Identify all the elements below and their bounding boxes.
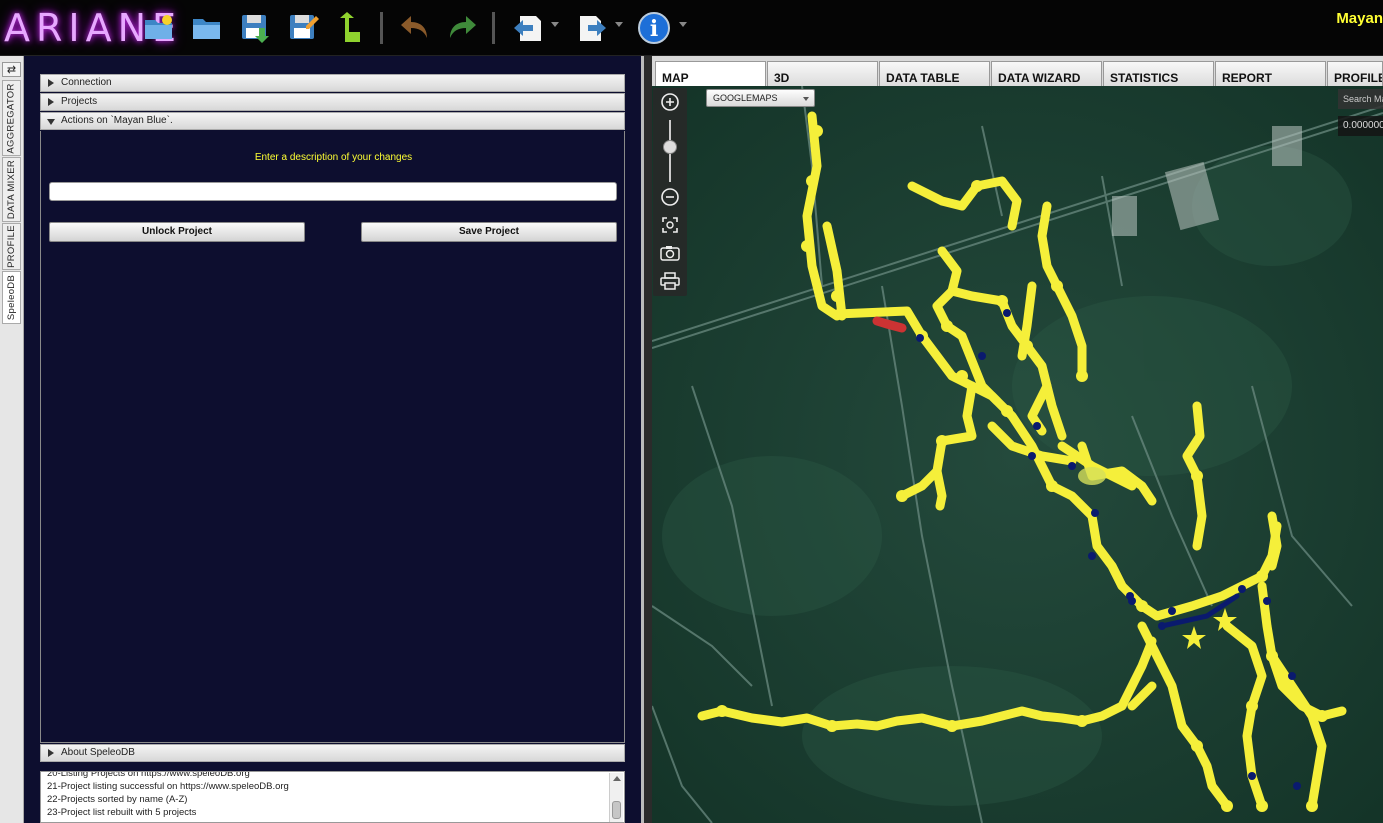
save-download-icon — [242, 15, 269, 43]
zoom-out-button[interactable] — [659, 186, 681, 208]
side-tab-aggregator[interactable]: AGGREGATOR — [2, 80, 21, 156]
log-line: 21-Project listing successful on https:/… — [47, 781, 289, 792]
import-button[interactable] — [510, 10, 546, 46]
fit-extent-icon — [662, 217, 678, 233]
toolbar-divider — [492, 12, 495, 44]
redo-button[interactable] — [444, 10, 480, 46]
log-scrollbar[interactable] — [609, 773, 623, 822]
open-project-button[interactable] — [189, 10, 225, 46]
section-connection[interactable]: Connection — [40, 74, 625, 92]
coordinate-readout: 0.000000 — [1338, 116, 1383, 136]
map-search-input[interactable]: Search Map — [1338, 89, 1383, 109]
new-project-button[interactable] — [141, 10, 177, 46]
info-button[interactable]: i — [636, 10, 672, 46]
satellite-map — [652, 86, 1383, 823]
log-console[interactable]: 20-Listing Projects on https://www.spele… — [40, 771, 625, 823]
project-name: Mayan — [1336, 10, 1383, 27]
actions-body: Enter a description of your changes Unlo… — [40, 131, 625, 743]
speleodb-panel: Connection Projects Actions on `Mayan Bl… — [24, 56, 644, 823]
side-tab-profile[interactable]: PROFILE — [2, 223, 21, 270]
main-toolbar: ARIANE i Mayan — [0, 0, 1383, 56]
info-icon: i — [638, 12, 670, 44]
undo-button[interactable] — [397, 10, 433, 46]
tab-profile[interactable]: PROFILE — [1327, 61, 1383, 86]
map-controls — [653, 88, 687, 296]
printer-icon — [660, 272, 680, 290]
side-tab-data-mixer[interactable]: DATA MIXER — [2, 157, 21, 222]
collapse-arrow-icon — [47, 119, 55, 125]
tab-data-table[interactable]: DATA TABLE — [879, 61, 990, 86]
tab-report[interactable]: REPORT — [1215, 61, 1326, 86]
scroll-up-icon[interactable] — [613, 776, 621, 781]
expand-arrow-icon — [48, 98, 54, 106]
log-line: 20-Listing Projects on https://www.spele… — [47, 771, 250, 779]
zoom-extent-button[interactable] — [659, 214, 681, 236]
export-button[interactable] — [574, 10, 610, 46]
section-actions[interactable]: Actions on `Mayan Blue`. — [40, 112, 625, 130]
tab-statistics[interactable]: STATISTICS — [1103, 61, 1214, 86]
log-line: 22-Projects sorted by name (A-Z) — [47, 794, 188, 805]
print-button[interactable] — [659, 270, 681, 292]
tab-data-wizard[interactable]: DATA WIZARD — [991, 61, 1102, 86]
import-icon — [514, 16, 541, 41]
chevron-down-icon[interactable] — [551, 22, 559, 27]
scroll-thumb[interactable] — [612, 801, 621, 819]
toolbar-divider — [380, 12, 383, 44]
zoom-in-icon — [661, 93, 679, 111]
new-project-icon — [145, 15, 172, 39]
screenshot-button[interactable] — [659, 242, 681, 264]
zoom-out-icon — [661, 188, 679, 206]
view-tabs: MAP 3D DATA TABLE DATA WIZARD STATISTICS… — [652, 56, 1383, 87]
expand-arrow-icon — [48, 79, 54, 87]
camera-icon — [660, 246, 680, 261]
chevron-down-icon[interactable] — [679, 22, 687, 27]
tab-3d[interactable]: 3D — [767, 61, 878, 86]
log-lines: 20-Listing Projects on https://www.spele… — [47, 771, 289, 819]
description-input[interactable] — [49, 182, 617, 201]
chevron-down-icon[interactable] — [615, 22, 623, 27]
save-as-button[interactable] — [285, 10, 321, 46]
save-as-icon — [290, 15, 319, 39]
tab-map[interactable]: MAP — [655, 61, 766, 87]
open-folder-icon — [193, 19, 220, 39]
redo-icon — [450, 16, 476, 38]
save-download-button[interactable] — [237, 10, 273, 46]
svg-text:i: i — [650, 16, 658, 42]
zoom-slider-knob[interactable] — [663, 140, 677, 154]
chevron-down-icon — [803, 97, 809, 101]
upload-button[interactable] — [332, 10, 368, 46]
description-label: Enter a description of your changes — [254, 152, 413, 163]
upload-arrow-icon — [340, 12, 360, 42]
save-project-button[interactable]: Save Project — [361, 222, 617, 242]
export-icon — [580, 16, 606, 41]
log-line: 23-Project list rebuilt with 5 projects — [47, 807, 197, 818]
panel-splitter[interactable] — [644, 56, 652, 823]
unlock-project-button[interactable]: Unlock Project — [49, 222, 305, 242]
side-tab-speleodb[interactable]: SpeleoDB — [2, 271, 21, 324]
undo-icon — [401, 16, 427, 38]
expand-arrow-icon — [48, 749, 54, 757]
section-projects[interactable]: Projects — [40, 93, 625, 111]
section-about[interactable]: About SpeleoDB — [40, 744, 625, 762]
zoom-in-button[interactable] — [659, 91, 681, 113]
map-layer-select[interactable]: GOOGLEMAPS — [706, 89, 815, 107]
toggle-panel-icon[interactable]: ⇄ — [2, 62, 21, 77]
side-tab-bar: ⇄ AGGREGATOR DATA MIXER PROFILE SpeleoDB — [0, 56, 24, 823]
map-view[interactable]: GOOGLEMAPS Search Map 0.000000 — [652, 86, 1383, 823]
